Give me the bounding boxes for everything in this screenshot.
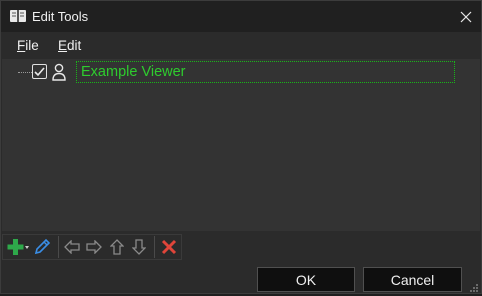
add-button[interactable] bbox=[6, 237, 30, 257]
title-bar: Edit Tools bbox=[1, 1, 481, 32]
delete-button[interactable] bbox=[159, 237, 179, 257]
toolbar-separator bbox=[154, 236, 155, 258]
resize-grip-icon[interactable] bbox=[469, 281, 479, 292]
arrow-down-icon bbox=[132, 239, 146, 255]
tools-toolbar bbox=[2, 234, 182, 260]
tools-tree[interactable]: Example Viewer bbox=[2, 59, 480, 231]
checkmark-icon bbox=[34, 66, 45, 76]
close-icon bbox=[460, 11, 472, 22]
window-title: Edit Tools bbox=[32, 9, 89, 24]
add-icon bbox=[7, 239, 29, 255]
tree-item-label[interactable]: Example Viewer bbox=[76, 61, 455, 83]
user-icon bbox=[51, 63, 67, 81]
toolbar-separator bbox=[58, 236, 59, 258]
book-icon bbox=[9, 9, 27, 23]
move-right-button[interactable] bbox=[84, 237, 104, 257]
arrow-right-icon bbox=[86, 240, 102, 254]
tree-connector-line bbox=[18, 72, 32, 73]
menu-edit-label: dit bbox=[67, 38, 82, 53]
edit-tools-window: Edit Tools File Edit Example Viewer OK C… bbox=[0, 0, 482, 294]
menu-file-label: ile bbox=[25, 38, 39, 53]
edit-button[interactable] bbox=[32, 237, 52, 257]
menu-edit[interactable]: Edit bbox=[58, 38, 81, 53]
ok-button[interactable]: OK bbox=[257, 267, 355, 292]
tree-item-checkbox[interactable] bbox=[32, 64, 47, 79]
menu-file[interactable]: File bbox=[17, 38, 39, 53]
move-left-button[interactable] bbox=[62, 237, 82, 257]
close-button[interactable] bbox=[451, 1, 481, 32]
menu-edit-mnemonic: E bbox=[58, 38, 68, 53]
move-up-button[interactable] bbox=[107, 237, 127, 257]
move-down-button[interactable] bbox=[129, 237, 149, 257]
menu-file-mnemonic: F bbox=[17, 38, 26, 53]
arrow-up-icon bbox=[110, 239, 124, 255]
menu-bar: File Edit bbox=[1, 34, 481, 59]
arrow-left-icon bbox=[64, 240, 80, 254]
delete-icon bbox=[161, 239, 177, 255]
cancel-button[interactable]: Cancel bbox=[363, 267, 462, 292]
pencil-icon bbox=[34, 238, 51, 255]
